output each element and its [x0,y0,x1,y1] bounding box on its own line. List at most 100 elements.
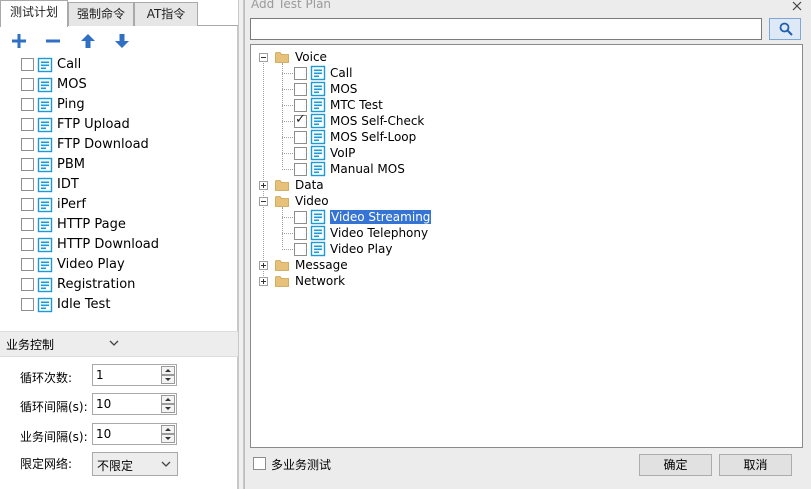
document-icon [310,113,326,129]
plan-item[interactable]: iPerf [0,195,238,215]
document-icon [310,209,326,225]
plan-checkbox[interactable] [21,198,34,211]
plan-item[interactable]: MOS [0,75,238,95]
plan-item[interactable]: FTP Upload [0,115,238,135]
plan-checkbox[interactable] [21,158,34,171]
expand-icon[interactable] [259,261,268,270]
plan-toolbar [0,28,238,54]
search-input[interactable] [250,18,762,40]
tab-test-plan[interactable]: 测试计划 [0,0,68,27]
document-icon [37,177,53,193]
loop-count-value: 1 [96,368,104,382]
tree-leaf-label: MOS Self-Check [330,114,425,128]
tab-at-command[interactable]: AT指令 [134,2,198,26]
close-icon[interactable] [791,0,803,12]
document-icon [37,277,53,293]
tree-connector [282,207,283,247]
loop-interval-stepper[interactable]: 10 [92,393,177,415]
plan-label: Video Play [57,257,125,272]
plan-label: Ping [57,97,85,112]
plan-checkbox[interactable] [21,118,34,131]
plan-item[interactable]: IDT [0,175,238,195]
tree-connector [282,63,283,167]
tree-leaf-checkbox[interactable] [294,99,307,112]
plan-checkbox[interactable] [21,138,34,151]
search-icon [779,22,793,36]
tree-node-network[interactable]: Network [251,273,451,289]
step-down-icon[interactable] [161,404,175,413]
plan-checkbox[interactable] [21,98,34,111]
loop-count-stepper[interactable]: 1 [92,364,177,386]
tree-leaf-label: Video Telephony [330,226,429,240]
plan-item[interactable]: Ping [0,95,238,115]
search-button[interactable] [769,18,801,40]
service-control-header[interactable]: 业务控制 [0,331,238,357]
tree-leaf-checkbox[interactable] [294,243,307,256]
plan-item[interactable]: HTTP Download [0,235,238,255]
tree-node-message[interactable]: Message [251,257,451,273]
ok-button[interactable]: 确定 [639,454,712,476]
tree-node-video[interactable]: Video [251,193,451,209]
tree-leaf-checkbox[interactable] [294,67,307,80]
tree-leaf-label: MOS [330,82,358,96]
remove-icon [46,39,60,43]
tree-leaf-checkbox[interactable] [294,147,307,160]
step-up-icon[interactable] [161,366,175,375]
left-panel: 测试计划 强制命令 AT指令 Call MOS Ping FTP Upload FTP … [0,0,238,489]
plan-checkbox[interactable] [21,218,34,231]
plan-checkbox[interactable] [21,58,34,71]
plan-checkbox[interactable] [21,278,34,291]
service-interval-stepper[interactable]: 10 [92,423,177,445]
plan-checkbox[interactable] [21,238,34,251]
loop-count-row: 循环次数: 1 [0,364,238,388]
chevron-down-icon [161,461,171,467]
expand-icon[interactable] [259,277,268,286]
plan-checkbox[interactable] [21,178,34,191]
multi-service-checkbox[interactable] [253,457,266,470]
document-icon [37,257,53,273]
tree-leaf-checkbox[interactable] [294,227,307,240]
tab-force-command[interactable]: 强制命令 [68,2,134,26]
tree-leaf-checkbox[interactable] [294,211,307,224]
collapse-icon[interactable] [259,53,268,62]
plan-label: PBM [57,157,85,172]
plan-item[interactable]: Call [0,55,238,75]
tree-leaf-checkbox[interactable] [294,163,307,176]
loop-count-label: 循环次数: [20,371,73,385]
plan-checkbox[interactable] [21,78,34,91]
network-limit-select[interactable]: 不限定 [92,452,178,476]
step-down-icon[interactable] [161,434,175,443]
move-down-button[interactable] [113,32,131,50]
add-button[interactable] [10,32,28,50]
plan-checkbox[interactable] [21,298,34,311]
document-icon [37,57,53,73]
tree-node-voice[interactable]: Voice [251,49,451,65]
tree-leaf-checkbox[interactable] [294,83,307,96]
step-up-icon[interactable] [161,395,175,404]
step-up-icon[interactable] [161,425,175,434]
remove-button[interactable] [44,32,62,50]
plan-checkbox[interactable] [21,258,34,271]
plan-item[interactable]: PBM [0,155,238,175]
tree-leaf-checkbox[interactable]: ✓ [294,113,307,128]
tree-node-label: Message [295,258,348,272]
plan-item[interactable]: Registration [0,275,238,295]
chevron-down-icon [109,340,119,346]
plan-label: iPerf [57,197,86,212]
expand-icon[interactable] [259,181,268,190]
stepper-arrows[interactable] [161,366,175,384]
collapse-icon[interactable] [259,197,268,206]
plan-item[interactable]: Idle Test [0,295,238,315]
stepper-arrows[interactable] [161,425,175,443]
tree-leaf-checkbox[interactable] [294,131,307,144]
tree-node-data[interactable]: Data [251,177,451,193]
move-up-button[interactable] [79,32,97,50]
plan-item[interactable]: Video Play [0,255,238,275]
plan-item[interactable]: HTTP Page [0,215,238,235]
tab-bar: 测试计划 强制命令 AT指令 [0,0,238,27]
step-down-icon[interactable] [161,375,175,384]
plan-item[interactable]: FTP Download [0,135,238,155]
cancel-button[interactable]: 取消 [719,454,792,476]
stepper-arrows[interactable] [161,395,175,413]
test-plan-tree: Voice Call MOS MTC Test ✓ MOS Self-Check MOS S… [250,44,803,448]
